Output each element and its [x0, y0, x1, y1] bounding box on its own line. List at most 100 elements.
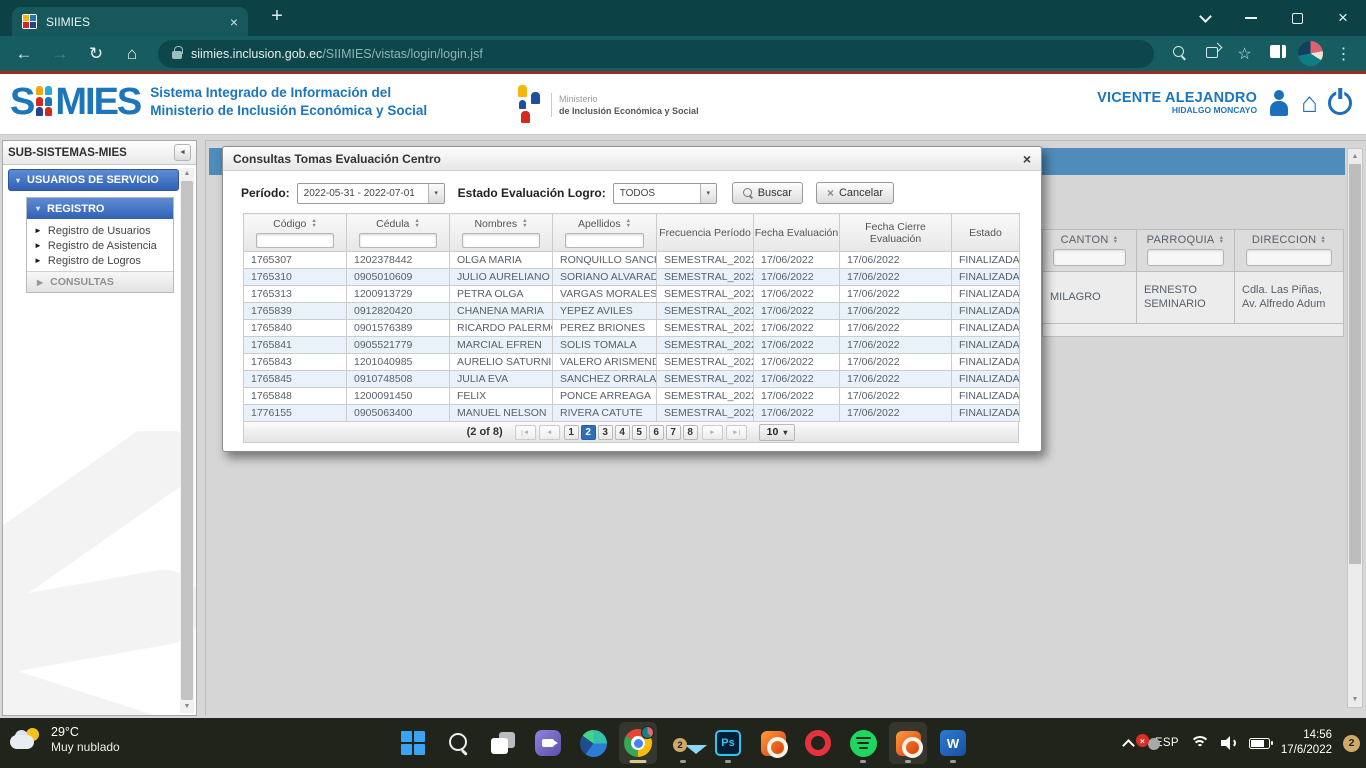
column-header-direccion[interactable]: DIRECCION▲▼ [1235, 229, 1344, 272]
table-row[interactable]: 17658400901576389RICARDO PALERMOPEREZ BR… [244, 320, 1020, 337]
sidebar-section-usuarios[interactable]: ▾ USUARIOS DE SERVICIO [8, 169, 179, 191]
maximize-button[interactable] [1274, 0, 1320, 36]
logout-power-icon[interactable] [1328, 91, 1352, 115]
table-row[interactable]: 17653100905010609JULIO AURELIANOSORIANO … [244, 269, 1020, 286]
scroll-up-icon[interactable]: ▲ [180, 168, 194, 180]
page-size-select[interactable]: 10 ▾ [759, 424, 796, 441]
sidebar-scrollbar[interactable]: ▲ ▼ [180, 168, 194, 713]
column-filter-input[interactable] [1147, 249, 1224, 266]
notification-count-badge[interactable]: 2 [1343, 735, 1360, 752]
table-row[interactable]: 17658450910748508JULIA EVASANCHEZ ORRALA… [244, 371, 1020, 388]
scrollbar-thumb[interactable] [1349, 164, 1361, 564]
page-7-button[interactable]: 7 [666, 425, 681, 440]
mail-button[interactable]: 2 [664, 722, 702, 764]
profile-button[interactable] [1294, 41, 1327, 66]
page-8-button[interactable]: 8 [683, 425, 698, 440]
page-6-button[interactable]: 6 [649, 425, 664, 440]
scroll-down-icon[interactable]: ▼ [1348, 693, 1362, 706]
scrollbar-thumb[interactable] [181, 181, 193, 700]
chat-button[interactable] [529, 722, 567, 764]
page-4-button[interactable]: 4 [615, 425, 630, 440]
column-filter-input[interactable] [359, 233, 437, 248]
edge-button[interactable] [574, 722, 612, 764]
battery-icon[interactable] [1249, 738, 1270, 749]
last-page-button[interactable]: ►| [726, 425, 747, 440]
spotify-button[interactable] [844, 722, 882, 764]
sidebar-item-registro-asistencia[interactable]: ►Registro de Asistencia [27, 238, 173, 253]
periodo-select[interactable]: 2022-05-31 - 2022-07-01 ▾ [297, 183, 445, 204]
start-button[interactable] [394, 722, 432, 764]
back-button[interactable]: ← [6, 44, 42, 64]
dialog-close-icon[interactable]: × [1023, 152, 1031, 166]
word-button[interactable]: W [934, 722, 972, 764]
column-filter-input[interactable] [256, 233, 334, 248]
home-button[interactable]: ⌂ [114, 44, 150, 64]
clock[interactable]: 14:56 17/6/2022 [1281, 728, 1332, 758]
tab-close-icon[interactable]: × [230, 15, 238, 29]
caret-down-icon[interactable]: ▾ [428, 184, 444, 203]
dialog-title-bar[interactable]: Consultas Tomas Evaluación Centro × [223, 147, 1041, 171]
bookmark-button[interactable]: ☆ [1228, 44, 1261, 64]
volume-icon[interactable] [1221, 736, 1238, 750]
cancelar-button[interactable]: × Cancelar [816, 182, 894, 204]
url-bar[interactable]: siimies.inclusion.gob.ec/SIIMIES/vistas/… [158, 40, 1154, 68]
new-tab-button[interactable]: + [264, 5, 290, 31]
office-button[interactable] [754, 722, 792, 764]
page-3-button[interactable]: 3 [598, 425, 613, 440]
table-row[interactable]: 17653131200913729PETRA OLGAVARGAS MORALE… [244, 286, 1020, 303]
weather-widget[interactable]: 29°C Muy nublado [10, 724, 120, 756]
user-profile-icon[interactable] [1267, 90, 1291, 116]
table-row[interactable]: 17761550905063400MANUEL NELSONRIVERA CAT… [244, 405, 1020, 422]
column-header-parroquia[interactable]: PARROQUIA▲▼ [1137, 229, 1235, 272]
browser-tab[interactable]: SIIMIES × [12, 7, 248, 36]
tray-expand-icon[interactable] [1122, 739, 1135, 752]
caret-down-icon[interactable]: ▾ [700, 184, 716, 203]
office2-button[interactable] [889, 722, 927, 764]
tab-search-button[interactable] [1182, 0, 1228, 36]
scroll-up-icon[interactable]: ▲ [1348, 150, 1362, 163]
taskbar-search-button[interactable] [439, 722, 477, 764]
estado-select[interactable]: TODOS ▾ [613, 183, 717, 204]
wifi-icon[interactable] [1190, 736, 1210, 751]
background-table-row[interactable]: MILAGRO ERNESTO SEMINARIO Cdla. Las Piña… [1042, 272, 1344, 324]
column-header[interactable]: Apellidos▲▼ [553, 214, 657, 252]
column-header[interactable]: Nombres▲▼ [450, 214, 553, 252]
forward-button[interactable]: → [42, 44, 78, 64]
column-filter-input[interactable] [1246, 249, 1332, 266]
sidebar-item-registro-usuarios[interactable]: ►Registro de Usuarios [27, 223, 173, 238]
sidebar-group-registro[interactable]: ▾ REGISTRO [27, 198, 173, 219]
column-header-canton[interactable]: CANTON▲▼ [1042, 229, 1137, 272]
column-header[interactable]: Código▲▼ [244, 214, 347, 252]
first-page-button[interactable]: |◄ [515, 425, 536, 440]
side-panel-button[interactable] [1261, 45, 1294, 62]
column-header[interactable]: Cédula▲▼ [347, 214, 450, 252]
table-row[interactable]: 17658431201040985AURELIO SATURNINOVALERO… [244, 354, 1020, 371]
zoom-out-button[interactable] [1162, 45, 1195, 62]
task-view-button[interactable] [484, 722, 522, 764]
page-2-button[interactable]: 2 [581, 425, 596, 440]
home-page-icon[interactable]: ⌂ [1301, 90, 1318, 116]
page-1-button[interactable]: 1 [564, 425, 579, 440]
buscar-button[interactable]: Buscar [732, 182, 803, 204]
browser-menu-button[interactable]: ⋮ [1327, 44, 1360, 64]
share-button[interactable] [1195, 45, 1228, 62]
reload-button[interactable]: ↻ [78, 44, 114, 64]
table-row[interactable]: 17658390912820420CHANENA MARIAYEPEZ AVIL… [244, 303, 1020, 320]
scroll-down-icon[interactable]: ▼ [180, 701, 194, 713]
table-row[interactable]: 17653071202378442OLGA MARIARONQUILLO SAN… [244, 252, 1020, 269]
table-row[interactable]: 17658481200091450FELIXPONCE ARREAGASEMES… [244, 388, 1020, 405]
page-scrollbar[interactable]: ▲ ▼ [1347, 148, 1363, 708]
prev-page-button[interactable]: ◄ [539, 425, 560, 440]
minimize-button[interactable] [1228, 0, 1274, 36]
sidebar-group-consultas[interactable]: ▶ CONSULTAS [27, 271, 173, 292]
sidebar-item-registro-logros[interactable]: ►Registro de Logros [27, 253, 173, 268]
table-row[interactable]: 17658410905521779MARCIAL EFRENSOLIS TOMA… [244, 337, 1020, 354]
page-5-button[interactable]: 5 [632, 425, 647, 440]
column-filter-input[interactable] [462, 233, 540, 248]
opera-button[interactable] [799, 722, 837, 764]
chrome-button[interactable] [619, 722, 657, 764]
column-filter-input[interactable] [565, 233, 643, 248]
close-window-button[interactable]: × [1320, 0, 1366, 36]
sidebar-collapse-button[interactable]: ◄ [174, 144, 191, 161]
photoshop-button[interactable]: Ps [709, 722, 747, 764]
